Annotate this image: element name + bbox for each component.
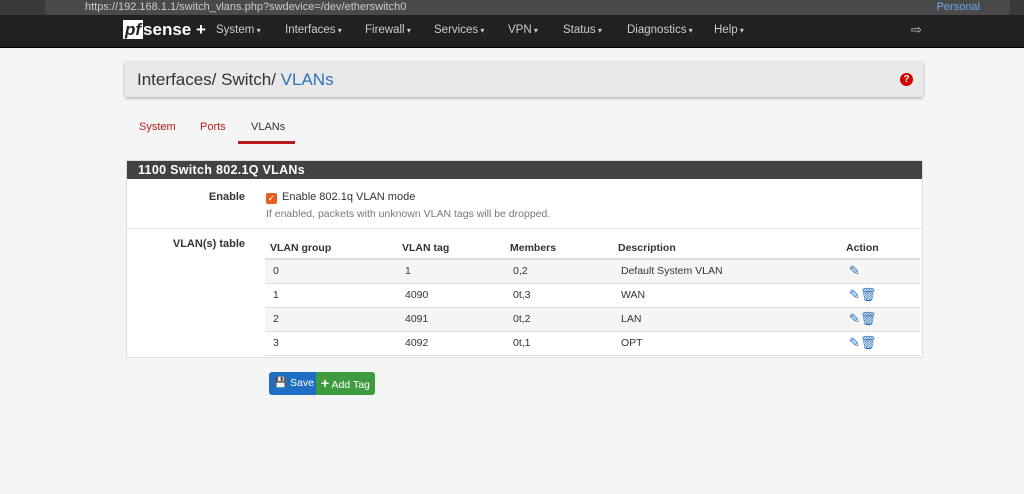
menu-firewall[interactable]: Firewall (365, 24, 411, 36)
menu-help[interactable]: Help (714, 24, 744, 36)
col-vlan-tag: VLAN tag (397, 237, 505, 260)
col-action: Action (841, 237, 920, 260)
col-members: Members (505, 237, 613, 260)
menu-system[interactable]: System (216, 24, 261, 36)
col-vlan-group: VLAN group (265, 237, 397, 260)
table-row: 3 4092 0t,1 OPT ✎🗑 (265, 331, 920, 356)
profile-label[interactable]: Personal (937, 0, 980, 14)
add-tag-button[interactable]: + Add Tag (316, 372, 375, 395)
menu-interfaces[interactable]: Interfaces (285, 24, 342, 36)
menu-status[interactable]: Status (563, 24, 602, 36)
breadcrumb: Interfaces/ Switch/ VLANs ? (125, 62, 923, 97)
table-row: 2 4091 0t,2 LAN ✎🗑 (265, 307, 920, 332)
edit-icon[interactable]: ✎ (849, 263, 860, 278)
top-navbar: pfsense + System Interfaces Firewall Ser… (0, 15, 1024, 48)
menu-diagnostics[interactable]: Diagnostics (627, 24, 693, 36)
trash-icon[interactable]: 🗑 (860, 335, 877, 350)
breadcrumb-interfaces[interactable]: Interfaces (137, 70, 212, 89)
table-row: 0 1 0,2 Default System VLAN ✎ (265, 259, 920, 284)
menu-services[interactable]: Services (434, 24, 484, 36)
breadcrumb-switch[interactable]: Switch (221, 70, 271, 89)
enable-label: Enable (208, 191, 245, 203)
help-icon[interactable]: ? (900, 73, 913, 86)
table-row: 1 4090 0t,3 WAN ✎🗑 (265, 283, 920, 308)
enable-help-text: If enabled, packets with unknown VLAN ta… (266, 208, 551, 220)
edit-icon[interactable]: ✎ (849, 335, 860, 350)
enable-checkbox-label[interactable]: Enable 802.1q VLAN mode (282, 191, 415, 203)
plus-icon: + (321, 375, 330, 391)
active-tab-indicator (238, 141, 295, 144)
save-icon: 💾 (274, 377, 288, 389)
tab-system[interactable]: System (139, 121, 176, 133)
save-button[interactable]: 💾 Save (269, 372, 319, 395)
edit-icon[interactable]: ✎ (849, 311, 860, 326)
url-text: https://192.168.1.1/switch_vlans.php?swd… (85, 1, 407, 13)
enable-vlan-checkbox[interactable]: ✓ (266, 193, 277, 204)
trash-icon[interactable]: 🗑 (860, 287, 877, 302)
url-bar[interactable]: https://192.168.1.1/switch_vlans.php?swd… (45, 0, 1010, 15)
tab-ports[interactable]: Ports (200, 121, 226, 133)
breadcrumb-vlans[interactable]: VLANs (281, 70, 334, 89)
divider (127, 228, 922, 229)
trash-icon[interactable]: 🗑 (860, 311, 877, 326)
vlans-table: VLAN group VLAN tag Members Description … (265, 237, 920, 356)
logout-icon[interactable]: ⇨ (911, 22, 922, 38)
vlans-panel: 1100 Switch 802.1Q VLANs Enable ✓ Enable… (126, 160, 923, 358)
col-description: Description (613, 237, 841, 260)
browser-chrome: https://192.168.1.1/switch_vlans.php?swd… (0, 0, 1024, 15)
edit-icon[interactable]: ✎ (849, 287, 860, 302)
vlans-table-label: VLAN(s) table (172, 238, 245, 250)
pfsense-logo[interactable]: pf sense + (123, 20, 206, 40)
panel-title: 1100 Switch 802.1Q VLANs (127, 161, 922, 179)
tab-vlans[interactable]: VLANs (251, 121, 285, 133)
menu-vpn[interactable]: VPN (508, 24, 538, 36)
